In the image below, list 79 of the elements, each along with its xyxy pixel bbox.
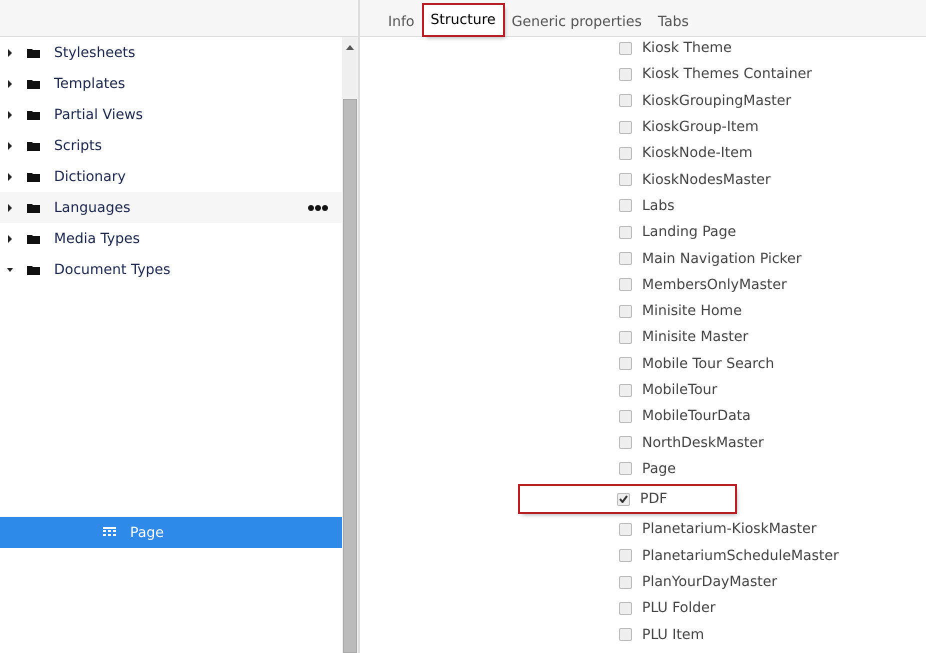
checkbox[interactable] [619,120,632,134]
caret-icon[interactable] [7,142,13,150]
caret-icon[interactable] [7,234,13,242]
checkbox-label: KioskNodesMaster [642,172,771,188]
caret-icon[interactable] [7,172,13,180]
checkbox[interactable] [619,304,632,318]
caret-icon[interactable] [7,80,13,88]
tab[interactable]: Structure [424,5,503,35]
checkbox[interactable] [619,278,632,292]
checkbox-label: Kiosk Theme [642,40,732,56]
checkbox-label: NorthDeskMaster [642,434,764,451]
caret-icon[interactable] [7,48,13,56]
checkbox-label: Labs [642,198,675,214]
checkbox-label: Mobile Tour Search [642,356,774,372]
checkbox[interactable] [619,68,632,81]
checkbox-label: MobileTour [642,382,718,398]
checkbox[interactable] [619,199,632,212]
checkbox[interactable] [619,173,632,186]
folder-icon [27,234,40,244]
checkbox-label: PLU Item [642,626,704,643]
checkbox[interactable] [619,42,632,55]
tree-item[interactable]: Stylesheets [0,37,342,68]
checkbox[interactable] [619,94,632,108]
scroll-up-icon[interactable] [346,45,354,50]
folder-icon [27,140,40,150]
folder-icon [27,78,40,88]
checkbox[interactable] [619,410,632,423]
checkbox-label: Planetarium-KioskMaster [642,521,817,538]
tree-item[interactable]: Dictionary [0,161,342,192]
checkbox-label: KioskNode-Item [642,145,752,162]
checkbox-label: Minisite Master [642,329,748,346]
scrollbar-thumb[interactable] [343,99,357,653]
checkbox[interactable] [619,602,632,615]
checkbox[interactable] [619,330,632,344]
caret-icon[interactable] [7,110,13,118]
checkbox-label: MembersOnlyMaster [642,276,787,293]
checkbox-label: PlanetariumScheduleMaster [642,548,839,564]
checkbox[interactable] [619,357,632,370]
tree-item[interactable]: Document Types [0,254,342,285]
checkbox-label: PDF [640,491,668,508]
checkbox[interactable] [617,492,630,506]
caret-icon[interactable] [7,266,13,274]
checkbox[interactable] [619,628,632,642]
checkbox-label: KioskGroupingMaster [642,92,792,109]
folder-icon [27,264,40,274]
checkbox[interactable] [619,462,632,476]
tab[interactable]: Generic properties [504,7,649,37]
checkbox[interactable] [619,576,632,589]
folder-icon [27,48,40,58]
tree-item[interactable]: Languages [0,192,342,223]
checkbox[interactable] [619,252,632,266]
checkbox[interactable] [619,226,632,239]
checkbox-label: Minisite Home [642,303,742,320]
checkbox[interactable] [619,522,632,536]
checkbox-label: KioskGroup-Item [642,119,759,136]
tab[interactable]: Tabs [650,7,696,37]
checkbox[interactable] [619,146,632,160]
folder-icon [27,202,40,212]
folder-icon [27,110,40,120]
checkbox[interactable] [619,549,632,562]
checkbox-label: PLU Folder [642,600,716,616]
checkbox-label: Page [642,460,676,477]
more-icon[interactable] [308,204,328,210]
grid-icon [103,527,116,538]
checkbox[interactable] [619,384,632,396]
tree-item[interactable]: Media Types [0,223,342,254]
checkbox-label: Landing Page [642,224,736,240]
checkbox-label: PlanYourDayMaster [642,574,778,590]
tree-item[interactable]: Partial Views [0,99,342,130]
folder-icon [27,172,40,182]
checkbox-label: Main Navigation Picker [642,250,802,267]
tree-item[interactable]: Scripts [0,130,342,161]
checkbox-label: MobileTourData [642,408,751,424]
tab[interactable]: Info [381,7,422,37]
checkbox-label: Kiosk Themes Container [642,66,812,82]
tree-item[interactable]: Page [0,517,342,548]
tree-item[interactable]: Templates [0,68,342,99]
caret-icon[interactable] [7,204,13,212]
checkbox[interactable] [619,436,632,450]
